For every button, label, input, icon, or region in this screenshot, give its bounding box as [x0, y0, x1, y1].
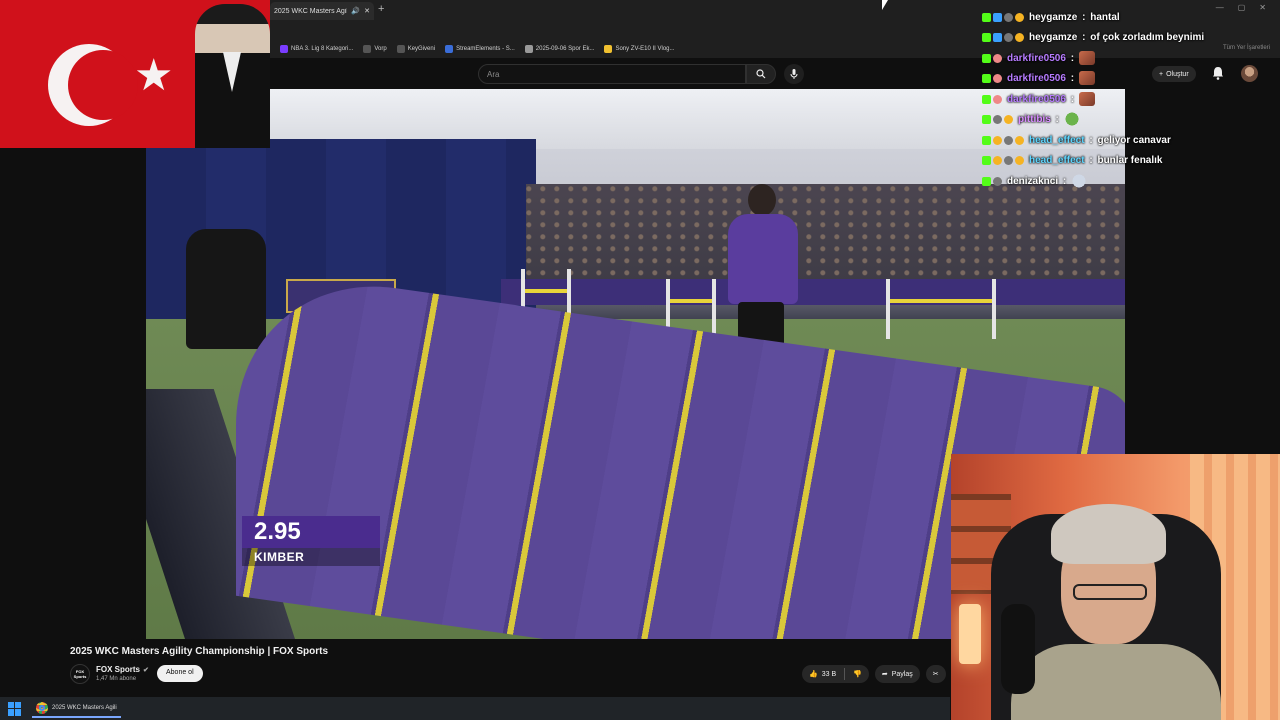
speaker-icon[interactable]: 🔊 [351, 7, 360, 15]
badge-icon [993, 53, 1002, 63]
gift-badge-icon [1015, 32, 1024, 42]
streamer-hair [1051, 504, 1166, 564]
emote-icon [1079, 71, 1096, 85]
score-name: KIMBER [242, 548, 380, 566]
chat-overlay: heygamze : hantal heygamze : of çok zorl… [982, 6, 1280, 190]
channel-name[interactable]: FOX Sports ✔ [96, 665, 149, 674]
kick-badge-icon [982, 12, 991, 22]
flag-overlay: ★ [0, 0, 270, 148]
kick-badge-icon [982, 155, 991, 165]
gift-badge-icon [1015, 135, 1024, 145]
emote-icon [1079, 92, 1096, 106]
like-button[interactable]: 👍 33 B 👎 [802, 665, 869, 683]
bookmark-item[interactable]: KeyGiveni [396, 45, 435, 53]
badge-icon [993, 114, 1002, 124]
moderator-badge-icon [993, 12, 1002, 22]
emote-icon [1071, 174, 1088, 188]
chat-message: pittibis : [982, 110, 1080, 128]
badge-icon [993, 94, 1002, 104]
thumbs-down-icon[interactable]: 👎 [853, 670, 862, 678]
gift-badge-icon [1015, 155, 1024, 165]
chat-message: denizaknci : [982, 172, 1088, 190]
divider [844, 668, 846, 680]
chat-message: heygamze : of çok zorladım beynimi [982, 28, 1204, 46]
kick-badge-icon [982, 53, 991, 63]
webcam-lamp [959, 604, 981, 664]
video-actions: 👍 33 B 👎 ➦ Paylaş ✂ [802, 665, 946, 683]
share-button[interactable]: ➦ Paylaş [874, 665, 920, 683]
chat-message: head_effect : bunlar fenalık [982, 151, 1162, 169]
kick-badge-icon [982, 32, 991, 42]
kick-badge-icon [982, 114, 991, 124]
kick-badge-icon [982, 176, 991, 186]
microphone [1001, 604, 1035, 694]
chat-message: darkfire0506 : [982, 49, 1096, 67]
folder-icon [396, 45, 405, 53]
video-scene-wall [501, 279, 1125, 305]
chat-message: darkfire0506 : [982, 69, 1096, 87]
kick-badge-icon [982, 94, 991, 104]
close-tab-icon[interactable]: ✕ [364, 7, 370, 15]
search-icon [756, 69, 766, 79]
bookmark-item[interactable]: 2025-09-06 Spor Ek... [524, 45, 594, 53]
bookmark-icon [524, 45, 533, 53]
badge-icon [1004, 12, 1013, 22]
windows-start-icon[interactable] [8, 701, 22, 716]
chat-message: head_effect : geliyor canavar [982, 131, 1171, 149]
channel-logo[interactable]: FOX Sports [70, 664, 90, 684]
thumbs-up-icon: 👍 [809, 671, 818, 678]
video-title: 2025 WKC Masters Agility Championship | … [70, 646, 329, 657]
taskbar: 2025 WKC Masters Agili [0, 697, 950, 720]
search-input[interactable]: Ara [478, 64, 746, 84]
score-time: 2.95 [242, 516, 380, 548]
streamer-glasses [1073, 584, 1147, 600]
badge-icon [993, 176, 1002, 186]
bookmark-icon [280, 45, 288, 53]
new-tab-button[interactable]: + [378, 3, 384, 15]
streamer-webcam [951, 454, 1280, 720]
gift-badge-icon [993, 135, 1002, 145]
folder-icon [363, 45, 372, 53]
badge-icon [1004, 32, 1013, 42]
streamer-shirt [1011, 644, 1221, 720]
tab-title: 2025 WKC Masters Agility ( [274, 7, 347, 15]
gift-badge-icon [1004, 114, 1013, 124]
bookmark-item[interactable]: StreamElements - S... [445, 45, 515, 53]
badge-icon [1004, 155, 1013, 165]
moderator-badge-icon [993, 32, 1002, 42]
kick-badge-icon [982, 73, 991, 83]
gift-badge-icon [1015, 12, 1024, 22]
bookmark-item[interactable]: NBA 3. Lig 8 Kategori... [280, 45, 353, 53]
star-icon: ★ [134, 51, 174, 100]
chat-message: heygamze : hantal [982, 8, 1120, 26]
subscribe-button[interactable]: Abone ol [157, 665, 203, 682]
bookmark-icon [604, 45, 613, 53]
taskbar-app-chrome[interactable]: 2025 WKC Masters Agili [32, 699, 121, 718]
chrome-icon [36, 701, 48, 714]
browser-tab[interactable]: 2025 WKC Masters Agility ( 🔊 ✕ [270, 2, 374, 20]
video-scene-cameraman [186, 229, 266, 349]
bookmark-icon [445, 45, 454, 53]
scissors-icon: ✂ [932, 671, 939, 678]
voice-search-button[interactable] [784, 64, 804, 84]
gift-badge-icon [993, 155, 1002, 165]
emote-icon [1079, 51, 1096, 65]
pepe-emote-icon [1063, 112, 1080, 126]
clip-button[interactable]: ✂ [925, 665, 946, 683]
chat-message: darkfire0506 : [982, 90, 1096, 108]
share-icon: ➦ [881, 671, 888, 678]
subscriber-count: 1,47 Mn abone [96, 676, 137, 682]
badge-icon [1004, 135, 1013, 145]
microphone-icon [790, 69, 798, 79]
badge-icon [993, 73, 1002, 83]
mouse-cursor-icon [882, 0, 888, 10]
kick-badge-icon [982, 135, 991, 145]
bookmark-item[interactable]: Vorp [363, 45, 387, 53]
verified-icon: ✔ [143, 666, 149, 674]
search-button[interactable] [746, 64, 776, 84]
bookmark-item[interactable]: Sony ZV-E10 II Vlog... [604, 45, 675, 53]
agility-jump [886, 279, 996, 339]
